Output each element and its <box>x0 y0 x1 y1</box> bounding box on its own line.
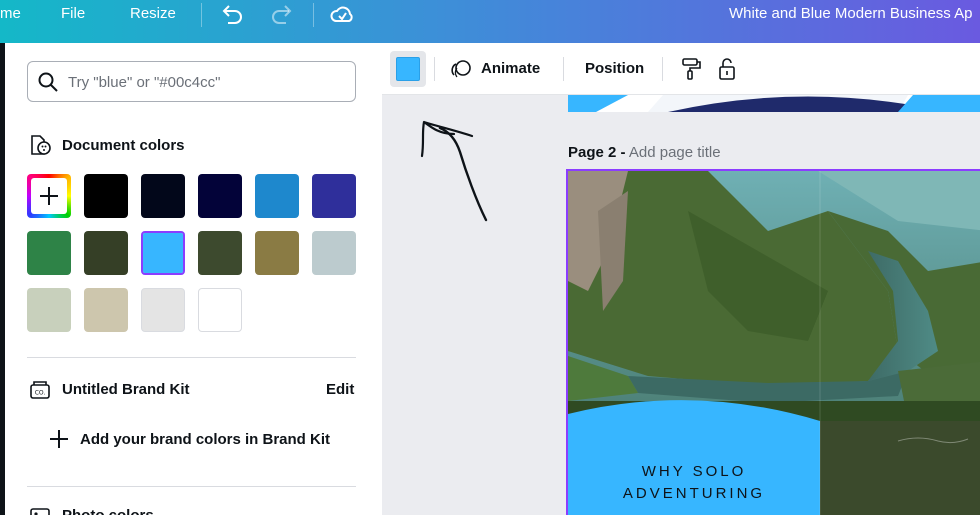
color-swatch[interactable] <box>255 174 299 218</box>
section-divider <box>27 486 356 487</box>
color-swatch[interactable] <box>84 231 128 275</box>
color-swatch[interactable] <box>141 231 185 275</box>
animate-button[interactable]: Animate <box>481 57 540 81</box>
redo-icon[interactable] <box>270 3 294 25</box>
color-swatch[interactable] <box>27 231 71 275</box>
color-swatch[interactable] <box>84 174 128 218</box>
toolbar-divider <box>201 3 202 27</box>
sidebar-edge <box>0 43 5 515</box>
top-bar: me File Resize White and Blue Modern Bus… <box>0 0 980 43</box>
color-search-box[interactable] <box>27 61 356 102</box>
brand-kit-edit-link[interactable]: Edit <box>326 381 354 398</box>
document-palette-icon <box>31 135 51 155</box>
color-swatch[interactable] <box>312 174 356 218</box>
home-menu[interactable]: me <box>0 0 21 28</box>
toolbar-divider <box>662 57 663 81</box>
photo-icon <box>30 508 50 515</box>
add-brand-colors-label: Add your brand colors in Brand Kit <box>80 430 331 448</box>
cloud-saved-icon[interactable] <box>330 3 354 25</box>
page-heading-text[interactable]: WHY SOLO ADVENTURING <box>568 461 820 505</box>
design-title[interactable]: White and Blue Modern Business Ap <box>729 0 972 28</box>
page-2-canvas[interactable]: WHY SOLO ADVENTURING <box>566 169 980 515</box>
unlock-icon[interactable] <box>714 56 740 82</box>
text-color-button[interactable] <box>390 51 426 87</box>
file-menu[interactable]: File <box>61 0 85 28</box>
page-2-label: Page 2 - Add page title <box>568 144 721 161</box>
brand-kit-title: Untitled Brand Kit <box>62 381 190 398</box>
color-swatch[interactable] <box>141 174 185 218</box>
color-swatch[interactable] <box>198 288 242 332</box>
color-swatch[interactable] <box>312 231 356 275</box>
document-colors-title: Document colors <box>62 137 185 154</box>
search-icon <box>38 72 58 92</box>
heading-line-1: WHY SOLO <box>641 463 747 480</box>
toolbar-divider <box>434 57 435 81</box>
plus-icon <box>48 428 70 450</box>
color-swatch[interactable] <box>84 288 128 332</box>
color-search-input[interactable] <box>68 71 348 93</box>
color-swatch[interactable] <box>27 288 71 332</box>
page-number: Page 2 - <box>568 144 626 161</box>
add-color-button[interactable] <box>27 174 71 218</box>
photo-colors-title: Photo colors <box>62 507 154 515</box>
section-divider <box>27 357 356 358</box>
toolbar-divider <box>313 3 314 27</box>
selected-color-swatch <box>396 57 420 81</box>
color-swatch[interactable] <box>198 231 242 275</box>
hand-drawn-arrow <box>420 120 488 222</box>
undo-icon[interactable] <box>220 3 244 25</box>
paint-roller-icon[interactable] <box>678 56 704 82</box>
color-swatch[interactable] <box>255 231 299 275</box>
position-button[interactable]: Position <box>585 57 644 81</box>
color-panel: Document colors CO. Untitled Brand Kit E… <box>0 43 382 515</box>
resize-button[interactable]: Resize <box>130 0 176 28</box>
page-title-input[interactable]: Add page title <box>629 144 721 161</box>
heading-line-2: ADVENTURING <box>622 485 766 502</box>
toolbar-divider <box>563 57 564 81</box>
color-swatch[interactable] <box>141 288 185 332</box>
page-1-preview[interactable] <box>568 95 980 112</box>
context-toolbar: Animate Position <box>382 43 980 95</box>
color-swatch[interactable] <box>198 174 242 218</box>
animate-icon <box>451 60 471 78</box>
brand-kit-icon: CO. <box>30 381 50 399</box>
add-brand-colors-button[interactable]: Add your brand colors in Brand Kit <box>48 423 330 455</box>
svg-text:CO.: CO. <box>35 390 46 397</box>
